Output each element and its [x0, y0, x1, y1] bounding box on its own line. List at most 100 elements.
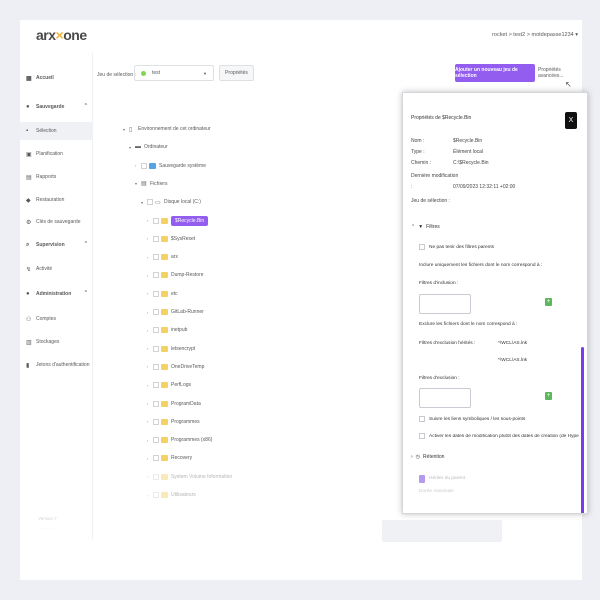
sidebar-item-activit-[interactable]: ↯ Activité [20, 260, 92, 278]
tree-node[interactable]: › Programmes [147, 415, 200, 429]
tree-node[interactable]: › $SysReset [147, 232, 195, 246]
faded-line-text: Durée maximale [419, 489, 454, 494]
tree-checkbox[interactable] [153, 418, 159, 425]
no-parent-filters-checkbox[interactable] [419, 244, 425, 250]
sidebar-item-label: Rapports [36, 174, 57, 180]
sidebar-item-stockages[interactable]: ▥ Stockages [20, 333, 92, 351]
admin-icon: ● [26, 291, 30, 297]
tree-checkbox[interactable] [147, 199, 153, 206]
tree-node[interactable]: › Sauvegarde système [135, 159, 206, 173]
exclusion-filters-input[interactable] [419, 388, 471, 408]
key-icon: ⚙ [26, 219, 32, 226]
tree-checkbox[interactable] [153, 455, 159, 462]
tree-node[interactable]: › $Recycle.Bin [147, 214, 209, 228]
logo-text-right: one [63, 27, 87, 43]
tree-checkbox[interactable] [153, 290, 159, 297]
sidebar-item-label: Planification [36, 151, 63, 157]
sidebar-item-restauration[interactable]: ◆ Restauration [20, 191, 92, 209]
sidebar-item-jetons-d-authentification[interactable]: ▮ Jetons d'authentification [20, 356, 92, 374]
folder-icon [161, 437, 168, 444]
name-label: Nom : [411, 138, 425, 144]
selection-set-select[interactable]: test ▼ [134, 65, 214, 81]
tree-node[interactable]: › etc [147, 287, 178, 301]
tree-checkbox[interactable] [153, 217, 159, 224]
token-icon: ▮ [26, 362, 30, 369]
path-label: Chemin : [411, 160, 432, 166]
tree-node-label: arx [171, 254, 178, 261]
retention-section-toggle[interactable]: › ◷ Rétention [411, 454, 444, 460]
panel-scrollbar[interactable] [581, 347, 584, 513]
sidebar-item-planification[interactable]: ▣ Planification [20, 145, 92, 163]
tree-node[interactable]: ▾ ▭ Disque local (C:) [141, 195, 201, 209]
tree-node[interactable]: › letsencrypt [147, 342, 195, 356]
folder-icon [161, 492, 168, 498]
name-value: $Recycle.Bin [453, 138, 483, 144]
tree-checkbox[interactable] [153, 363, 159, 370]
tree-checkbox[interactable] [153, 345, 159, 352]
properties-button[interactable]: Propriétés [219, 65, 254, 81]
tree-checkbox[interactable] [153, 382, 159, 389]
faded-checkbox[interactable] [419, 475, 425, 483]
tree-checkbox[interactable] [153, 400, 159, 407]
sidebar-item-label: Jetons d'authentification [36, 362, 90, 368]
file-icon: ▪ [26, 128, 29, 134]
sidebar-item-label: Clés de sauvegarde [36, 219, 81, 225]
tree-node-label: OneDriveTemp [171, 363, 205, 370]
tree-node[interactable]: › arx [147, 250, 178, 264]
tree-checkbox[interactable] [141, 162, 147, 169]
sidebar-item-s-lection[interactable]: ▪ Sélection [20, 122, 92, 140]
tree-checkbox[interactable] [153, 473, 159, 480]
sidebar-item-administration[interactable]: ● Administration ⌃ [20, 285, 92, 303]
tree-node-label: etc [171, 290, 178, 297]
tree-node[interactable]: ▾ ▬ Ordinateur [129, 140, 168, 154]
sidebar-item-sauvegarde[interactable]: ● Sauvegarde ⌃ [20, 98, 92, 116]
tree-checkbox[interactable] [153, 327, 159, 334]
tree-node-label: System Volume Information [171, 473, 233, 480]
sidebar-item-cl-s-de-sauvegarde[interactable]: ⚙ Clés de sauvegarde [20, 213, 92, 231]
tree-checkbox[interactable] [153, 309, 159, 315]
use-change-date-checkbox[interactable] [419, 433, 425, 439]
tree-node-label: inetpub [171, 327, 188, 334]
filters-section-toggle[interactable]: ⌃ ▼ Filtres [411, 224, 440, 230]
folder-icon [161, 455, 168, 462]
advanced-properties-button[interactable]: Propriétés avancées... [538, 64, 582, 82]
add-selection-set-button[interactable]: Ajouter un nouveau jeu de sélection [455, 64, 535, 82]
tree-node[interactable]: › System Volume Information [147, 470, 232, 484]
tree-node[interactable]: ▾ ▯ Environnement de cet ordinateur [123, 122, 211, 136]
tree-node[interactable]: › Dump-Restore [147, 268, 204, 282]
sidebar-item-rapports[interactable]: ▤ Rapports [20, 168, 92, 186]
modified-label: Dernière modification [411, 173, 459, 179]
user-menu[interactable]: rocket > test2 > motdepasse1234 ▾ [492, 32, 578, 38]
include-filters-input[interactable] [419, 294, 471, 314]
arxone-logo[interactable]: arx×one [36, 27, 87, 43]
tree-node[interactable]: › inetpub [147, 323, 187, 337]
users-icon: ⚇ [26, 316, 32, 323]
sidebar-item-accueil[interactable]: ▦ Accueil [20, 69, 92, 87]
storage-icon: ▥ [26, 339, 32, 346]
tree-node[interactable]: › OneDriveTemp [147, 360, 204, 374]
tree-node[interactable]: › Programmes (x86) [147, 433, 212, 447]
tree-node[interactable]: › GitLab-Runner [147, 305, 204, 319]
tree-node[interactable]: › PerfLogs [147, 378, 191, 392]
add-exclusion-filter-button[interactable]: + [545, 392, 552, 400]
tree-checkbox[interactable] [153, 437, 159, 444]
close-button[interactable]: X [565, 112, 577, 129]
tree-node[interactable]: › ProgramData [147, 397, 201, 411]
tree-node[interactable]: › Utilisateurs [147, 488, 196, 502]
filters-label: Filtres [426, 224, 440, 230]
add-include-filter-button[interactable]: + [545, 298, 552, 306]
tree-checkbox[interactable] [153, 254, 159, 261]
sidebar-item-label: Activité [36, 266, 53, 272]
type-label: Type : [411, 149, 425, 155]
tree-node-label: $Recycle.Bin [171, 215, 209, 226]
selection-set-value: test [152, 70, 161, 76]
sidebar-item-supervision[interactable]: ⌕ Supervision ⌃ [20, 236, 92, 254]
tree-node[interactable]: › Recovery [147, 451, 192, 465]
sidebar-item-comptes[interactable]: ⚇ Comptes [20, 310, 92, 328]
folder-icon [161, 254, 168, 261]
tree-checkbox[interactable] [153, 492, 159, 498]
tree-checkbox[interactable] [153, 235, 159, 242]
follow-symlinks-checkbox[interactable] [419, 416, 425, 422]
tree-checkbox[interactable] [153, 272, 159, 279]
tree-node[interactable]: ▾ ▤ Fichiers [135, 177, 168, 191]
